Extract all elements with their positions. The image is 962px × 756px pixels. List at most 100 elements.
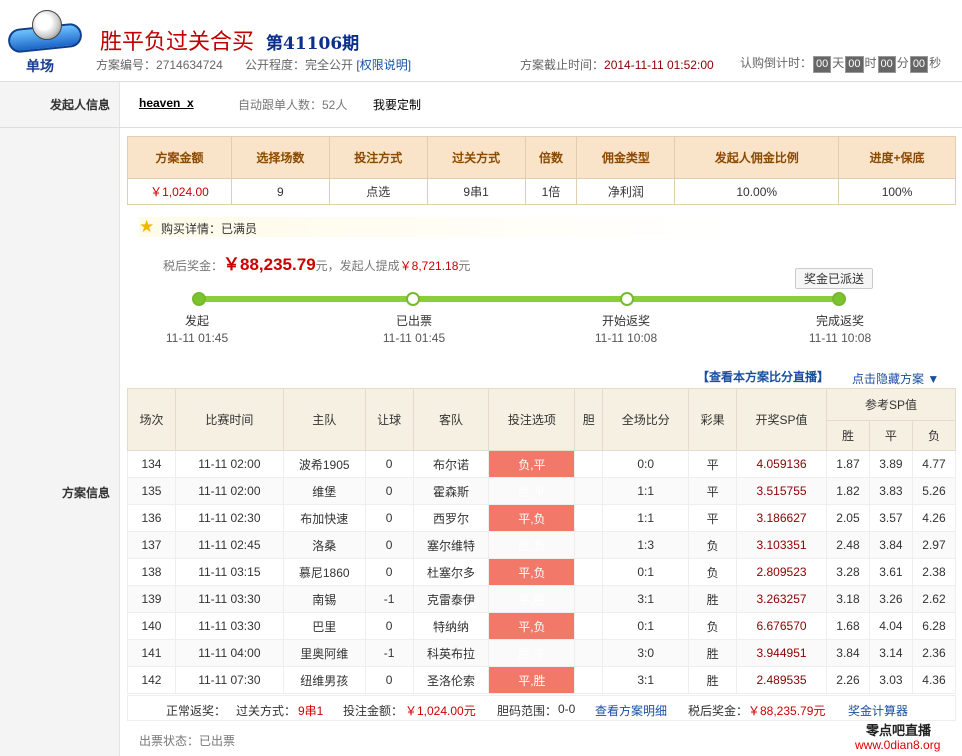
match-no: 142 bbox=[127, 666, 176, 694]
bet-option: 胜,平 bbox=[488, 477, 576, 505]
purchase-detail: ★ 购买详情：已满员 bbox=[139, 217, 729, 237]
stage-time: 11-11 10:08 bbox=[594, 331, 658, 345]
left-rail bbox=[0, 82, 120, 756]
banker bbox=[574, 612, 604, 640]
column-header: 客队 bbox=[412, 388, 490, 451]
pass-method: 9串1 bbox=[426, 178, 526, 205]
plan-detail-link[interactable]: 查看方案明细 bbox=[595, 702, 667, 719]
full-score: 1:1 bbox=[602, 504, 690, 532]
sp-value: 3.186627 bbox=[736, 504, 827, 532]
ref-sp-draw: 3.57 bbox=[868, 504, 913, 532]
ref-sp-lose: 2.38 bbox=[911, 558, 957, 586]
match-time: 11-11 03:30 bbox=[174, 585, 284, 613]
match-time: 11-11 02:45 bbox=[174, 531, 284, 559]
prize-paid-button[interactable]: 奖金已派送 bbox=[795, 268, 874, 289]
ref-sp-draw-header: 平 bbox=[868, 420, 913, 451]
table-row: 139 11-11 03:30 南锡 -1 克雷泰伊 平,胜 3:1 胜 3.263257 3.1… bbox=[127, 585, 957, 613]
banker bbox=[574, 558, 604, 586]
full-score: 0:0 bbox=[602, 450, 690, 478]
commission-type: 净利润 bbox=[576, 178, 676, 205]
progress-node bbox=[406, 292, 420, 306]
after-tax-prize: 税后奖金：￥88,235.79元，发起人提成￥8,721.18元 bbox=[163, 250, 470, 275]
match-time: 11-11 03:30 bbox=[174, 612, 284, 640]
column-header: 场次 bbox=[127, 388, 176, 451]
table-row: 137 11-11 02:45 洛桑 0 塞尔维特 胜,负 1:3 负 3.103351 2.48… bbox=[127, 531, 957, 559]
sponsor-section-label: 发起人信息 bbox=[50, 98, 111, 112]
live-score-link[interactable]: 【查看本方案比分直播】 bbox=[697, 368, 829, 385]
ref-sp-lose: 4.36 bbox=[911, 666, 957, 694]
away-team: 特纳纳 bbox=[412, 612, 490, 640]
bet-option: 平,负 bbox=[488, 612, 576, 640]
pass-value: 9串1 bbox=[298, 704, 324, 718]
progress-stage: 已出票 11-11 01:45 bbox=[364, 313, 464, 347]
watermark-url: www.0dian8.org bbox=[855, 738, 941, 752]
summary-header: 进度+保底 bbox=[838, 136, 956, 179]
countdown-minutes: 00 bbox=[877, 56, 896, 73]
page-header: 单场 胜平负过关合买 第41106期 方案编号：2714634724 公开程度：… bbox=[0, 0, 962, 82]
custom-plan-link[interactable]: 我要定制 bbox=[373, 96, 421, 113]
lottery-logo: 单场 bbox=[6, 8, 86, 74]
home-team: 波希1905 bbox=[282, 450, 366, 478]
summary-header: 投注方式 bbox=[328, 136, 428, 179]
sponsor-name-link[interactable]: heaven_x bbox=[139, 96, 194, 110]
bet-amount-value: ￥1,024.00元 bbox=[405, 704, 476, 718]
home-team: 里奥阿维 bbox=[282, 639, 366, 667]
footer-after-tax-value: ￥88,235.79元 bbox=[748, 704, 826, 718]
banker-range-value: 0-0 bbox=[558, 702, 576, 716]
match-time: 11-11 02:00 bbox=[174, 450, 284, 478]
away-team: 杜塞尔多 bbox=[412, 558, 490, 586]
result: 平 bbox=[688, 450, 738, 478]
match-time: 11-11 07:30 bbox=[174, 666, 284, 694]
plan-number-label: 方案编号： bbox=[96, 58, 157, 72]
ref-sp-lose: 5.26 bbox=[911, 477, 957, 505]
home-team: 洛桑 bbox=[282, 531, 366, 559]
plan-footer: 正常返奖： 过关方式： 9串1 投注金额： ￥1,024.00元 胆码范围： 0… bbox=[127, 695, 956, 721]
sp-value: 2.489535 bbox=[736, 666, 827, 694]
away-team: 西罗尔 bbox=[412, 504, 490, 532]
match-time: 11-11 04:00 bbox=[174, 639, 284, 667]
banker bbox=[574, 666, 604, 694]
result: 胜 bbox=[688, 639, 738, 667]
ref-sp-draw: 3.83 bbox=[868, 477, 913, 505]
ref-sp-draw: 3.84 bbox=[868, 531, 913, 559]
match-count: 9 bbox=[230, 178, 330, 205]
bet-option: 胜,负 bbox=[488, 531, 576, 559]
plan-amount: ￥1,024.00 bbox=[127, 178, 232, 205]
yuan-unit: 元 bbox=[458, 259, 471, 273]
commission-label: 元，发起人提成 bbox=[315, 259, 400, 273]
progress-node bbox=[192, 292, 206, 306]
ref-sp-draw: 3.03 bbox=[868, 666, 913, 694]
summary-header: 倍数 bbox=[524, 136, 578, 179]
after-tax-value: ￥88,235.79 bbox=[223, 255, 316, 274]
full-score: 1:1 bbox=[602, 477, 690, 505]
countdown-label: 认购倒计时： bbox=[740, 56, 813, 70]
sp-value: 6.676570 bbox=[736, 612, 827, 640]
result: 负 bbox=[688, 558, 738, 586]
handicap: 0 bbox=[364, 504, 414, 532]
countdown-unit: 秒 bbox=[929, 56, 942, 70]
stage-name: 已出票 bbox=[395, 314, 432, 328]
summary-header-row: 方案金额 选择场数 投注方式 过关方式 倍数 佣金类型 发起人佣金比例 进度+保… bbox=[127, 136, 956, 179]
away-team: 塞尔维特 bbox=[412, 531, 490, 559]
column-header: 让球 bbox=[364, 388, 414, 451]
prize-calculator-link[interactable]: 奖金计算器 bbox=[848, 702, 908, 719]
ref-sp-draw: 3.89 bbox=[868, 450, 913, 478]
banker bbox=[574, 477, 604, 505]
handicap: 0 bbox=[364, 450, 414, 478]
pass-label: 过关方式： bbox=[236, 704, 297, 718]
match-time: 11-11 02:30 bbox=[174, 504, 284, 532]
ref-sp-win: 2.48 bbox=[826, 531, 870, 559]
handicap: 0 bbox=[364, 612, 414, 640]
countdown-unit: 分 bbox=[896, 56, 909, 70]
commission-rate: 10.00% bbox=[674, 178, 840, 205]
ref-sp-win: 2.26 bbox=[826, 666, 870, 694]
logo-text: 单场 bbox=[26, 58, 54, 74]
stage-name: 开始返奖 bbox=[601, 314, 650, 328]
rights-explain-link[interactable]: [权限说明] bbox=[356, 58, 411, 72]
ref-sp-draw: 3.26 bbox=[868, 585, 913, 613]
table-row: 134 11-11 02:00 波希1905 0 布尔诺 负,平 0:0 平 4.059136 1… bbox=[127, 450, 957, 478]
plan-header-row: 场次 比赛时间 主队 让球 客队 投注选项 胆 全场比分 彩果 开奖SP值 参考… bbox=[127, 388, 956, 451]
hide-plan-link[interactable]: 点击隐藏方案 ▼ bbox=[852, 370, 939, 387]
stage-time: 11-11 01:45 bbox=[382, 331, 446, 345]
purchase-detail-text: 购买详情：已满员 bbox=[161, 222, 258, 236]
